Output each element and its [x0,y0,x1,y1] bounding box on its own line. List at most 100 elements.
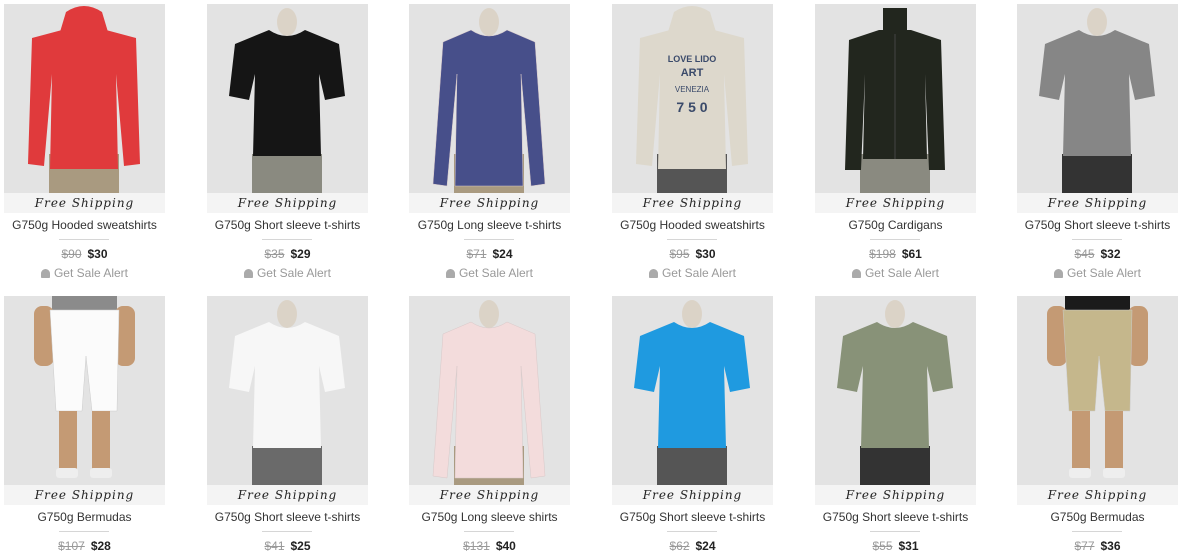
sale-alert-link[interactable]: Get Sale Alert [409,266,570,280]
sale-alert-link[interactable]: Get Sale Alert [207,266,368,280]
print-line-1: LOVE LIDO [668,54,717,64]
price-row: $41 $25 [207,539,368,553]
product-image[interactable] [815,4,976,211]
print-line-3: VENEZIA [675,85,710,94]
bell-icon [1053,269,1063,278]
divider [262,239,312,240]
divider [262,531,312,532]
price-row: $131 $40 [409,539,570,553]
sale-alert-link[interactable]: Get Sale Alert [1017,266,1178,280]
price-row: $90 $30 [4,247,165,261]
price-row: $55 $31 [815,539,976,553]
product-image[interactable] [1017,4,1178,211]
price-row: $107 $28 [4,539,165,553]
sale-price: $32 [1100,247,1121,261]
original-price: $77 [1074,539,1095,553]
sale-price: $36 [1100,539,1121,553]
product-image[interactable] [1017,296,1178,503]
free-shipping-label: Free Shipping [612,193,773,213]
product-name[interactable]: G750g Short sleeve t-shirts [187,218,388,232]
original-price: $41 [264,539,285,553]
free-shipping-label: Free Shipping [409,485,570,505]
free-shipping-label: Free Shipping [1017,485,1178,505]
price-row: $71 $24 [409,247,570,261]
sale-alert-label: Get Sale Alert [864,266,940,280]
product-name[interactable]: G750g Cardigans [795,218,996,232]
price-row: $45 $32 [1017,247,1178,261]
original-price: $71 [466,247,487,261]
product-name[interactable]: G750g Bermudas [997,510,1181,524]
price-row: $95 $30 [612,247,773,261]
original-price: $35 [264,247,285,261]
print-line-2: ART [681,67,704,79]
product-image[interactable] [409,296,570,503]
original-price: $107 [58,539,85,553]
product-image[interactable] [207,296,368,503]
sale-price: $24 [492,247,513,261]
original-price: $45 [1074,247,1095,261]
product-name[interactable]: G750g Hooded sweatshirts [592,218,793,232]
bell-icon [243,269,253,278]
sale-price: $29 [290,247,311,261]
product-name[interactable]: G750g Short sleeve t-shirts [187,510,388,524]
divider [667,239,717,240]
product-name[interactable]: G750g Short sleeve t-shirts [592,510,793,524]
bell-icon [851,269,861,278]
free-shipping-label: Free Shipping [612,485,773,505]
free-shipping-label: Free Shipping [207,485,368,505]
sale-alert-link[interactable]: Get Sale Alert [815,266,976,280]
product-name[interactable]: G750g Hooded sweatshirts [0,218,185,232]
product-name[interactable]: G750g Short sleeve t-shirts [997,218,1181,232]
divider [667,531,717,532]
free-shipping-label: Free Shipping [409,193,570,213]
sale-price: $61 [901,247,922,261]
original-price: $62 [669,539,690,553]
original-price: $131 [463,539,490,553]
free-shipping-label: Free Shipping [207,193,368,213]
free-shipping-label: Free Shipping [815,193,976,213]
original-price: $55 [872,539,893,553]
product-name[interactable]: G750g Bermudas [0,510,185,524]
divider [1072,239,1122,240]
product-name[interactable]: G750g Long sleeve t-shirts [389,218,590,232]
product-name[interactable]: G750g Short sleeve t-shirts [795,510,996,524]
product-image[interactable] [612,296,773,503]
bell-icon [648,269,658,278]
product-image[interactable] [815,296,976,503]
divider [870,239,920,240]
free-shipping-label: Free Shipping [1017,193,1178,213]
product-name[interactable]: G750g Long sleeve shirts [389,510,590,524]
sale-alert-label: Get Sale Alert [458,266,534,280]
divider [464,239,514,240]
sale-alert-label: Get Sale Alert [1066,266,1142,280]
price-row: $77 $36 [1017,539,1178,553]
sale-price: $25 [290,539,311,553]
product-image[interactable] [207,4,368,211]
sale-alert-link[interactable]: Get Sale Alert [612,266,773,280]
product-image[interactable] [409,4,570,211]
product-image[interactable] [4,296,165,503]
divider [870,531,920,532]
sale-alert-label: Get Sale Alert [256,266,332,280]
original-price: $95 [669,247,690,261]
original-price: $198 [869,247,896,261]
product-image[interactable] [4,4,165,211]
price-row: $62 $24 [612,539,773,553]
free-shipping-label: Free Shipping [4,193,165,213]
price-row: $198 $61 [815,247,976,261]
bell-icon [40,269,50,278]
divider [59,239,109,240]
divider [1072,531,1122,532]
product-image[interactable]: LOVE LIDO ART VENEZIA 7 5 0 [612,4,773,211]
bell-icon [445,269,455,278]
free-shipping-label: Free Shipping [815,485,976,505]
free-shipping-label: Free Shipping [4,485,165,505]
divider [464,531,514,532]
print-line-4: 7 5 0 [676,99,707,115]
sale-alert-label: Get Sale Alert [661,266,737,280]
product-grid: Free Shipping G750g Hooded sweatshirts $90… [0,0,1181,554]
sale-alert-link[interactable]: Get Sale Alert [4,266,165,280]
original-price: $90 [61,247,82,261]
sale-price: $30 [87,247,108,261]
sale-price: $30 [695,247,716,261]
